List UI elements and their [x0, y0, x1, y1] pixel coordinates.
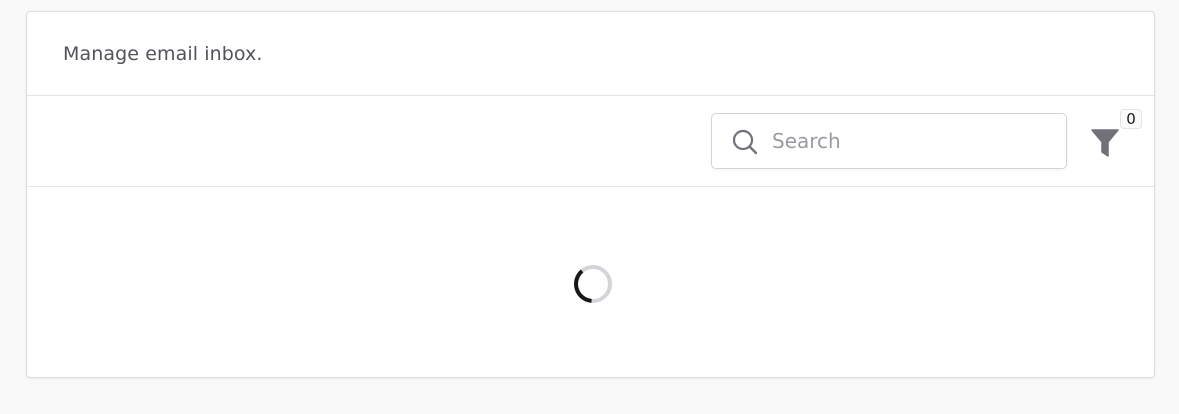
card-header: Manage email inbox.: [27, 12, 1154, 96]
search-icon: [732, 129, 758, 155]
loading-spinner-icon: [574, 265, 612, 303]
toolbar: 0: [27, 96, 1154, 187]
inbox-card: Manage email inbox. 0: [26, 11, 1155, 378]
filter-icon: [1091, 129, 1119, 157]
filter-button[interactable]: [1089, 125, 1121, 161]
inbox-content: [27, 187, 1154, 377]
search-input[interactable]: [772, 116, 1052, 166]
page-description: Manage email inbox.: [63, 43, 263, 65]
filter-count-badge: 0: [1120, 109, 1142, 129]
search-box[interactable]: [711, 113, 1067, 169]
